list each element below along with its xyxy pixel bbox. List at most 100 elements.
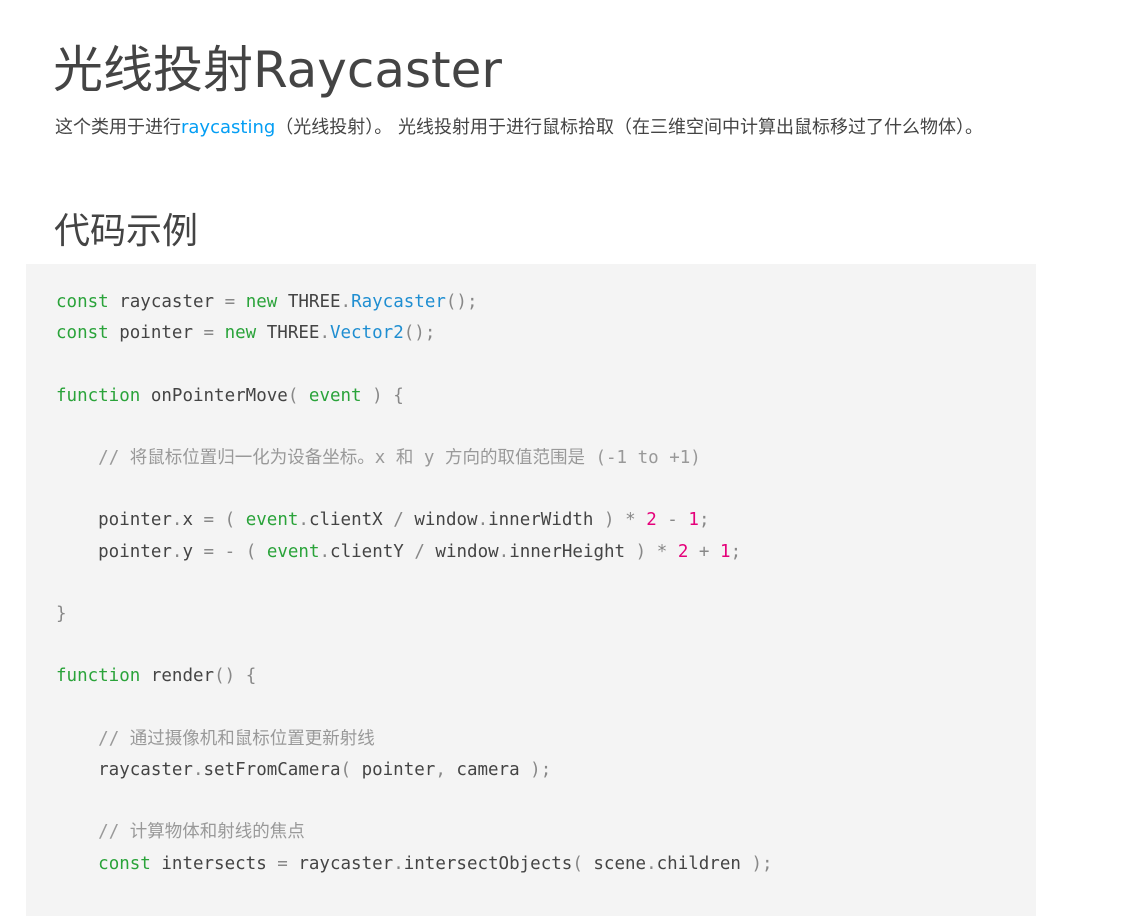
code-token: intersects xyxy=(150,853,278,874)
code-token: { xyxy=(393,385,404,406)
code-token: const xyxy=(98,853,151,874)
code-token: = xyxy=(224,292,236,312)
code-token: . xyxy=(319,323,330,344)
section-title-code-example: 代码示例 xyxy=(54,211,199,252)
code-token: . xyxy=(498,541,510,562)
code-line: // 通过摄像机和鼠标位置更新射线 xyxy=(56,724,1036,755)
code-token: , xyxy=(435,760,446,781)
code-block: const raycaster = new THREE.Raycaster();… xyxy=(26,264,1036,916)
code-token: (); xyxy=(403,323,436,344)
code-token: ( xyxy=(245,541,257,562)
code-line: pointer.x = ( event.clientX / window.inn… xyxy=(56,505,1036,536)
code-token: ( xyxy=(340,760,352,781)
code-token: scene xyxy=(582,853,647,874)
code-token: pointer xyxy=(108,323,204,344)
code-token: pointer xyxy=(56,541,172,562)
code-token: . xyxy=(192,760,204,781)
code-token: raycaster xyxy=(108,292,225,312)
code-line: const raycaster = new THREE.Raycaster(); xyxy=(56,287,1036,318)
code-comment: // 计算物体和射线的焦点 xyxy=(98,822,305,843)
code-token: ) xyxy=(372,385,383,406)
code-token: 1 xyxy=(688,510,699,531)
code-token: raycaster xyxy=(287,853,394,874)
code-token: { xyxy=(245,666,257,687)
code-line: const intersects = raycaster.intersectOb… xyxy=(56,849,1036,880)
code-token: () xyxy=(214,666,236,687)
code-token: . xyxy=(171,510,183,531)
code-token: event xyxy=(266,541,320,562)
code-token: / xyxy=(414,541,425,562)
code-token: window xyxy=(403,510,478,531)
code-token: clientX xyxy=(308,510,394,531)
code-token: clientY xyxy=(330,541,415,562)
code-token: . xyxy=(477,510,489,531)
code-token: = xyxy=(277,853,288,874)
code-token: children xyxy=(656,853,752,874)
code-comment: // 将鼠标位置归一化为设备坐标。x 和 y 方向的取值范围是 (-1 to +… xyxy=(98,448,701,469)
intro-paragraph: 这个类用于进行raycasting（光线投射）。 光线投射用于进行鼠标拾取（在三… xyxy=(55,112,990,144)
code-token: camera xyxy=(445,760,531,781)
code-token: ) xyxy=(604,510,615,531)
code-token: / xyxy=(393,510,404,531)
code-token: - xyxy=(224,541,236,562)
code-token: raycaster xyxy=(56,760,193,781)
raycasting-link[interactable]: raycasting xyxy=(181,117,275,138)
code-token: ); xyxy=(751,853,773,874)
code-token: . xyxy=(319,541,331,562)
code-line: // 计算物体和射线的焦点 xyxy=(56,817,1036,848)
code-token: . xyxy=(171,541,183,562)
code-token: const xyxy=(56,323,109,344)
code-token: x xyxy=(182,510,204,531)
code-token: THREE xyxy=(256,323,320,344)
code-token: THREE xyxy=(277,292,341,312)
code-token: 1 xyxy=(720,541,731,562)
code-token: ( xyxy=(224,510,236,531)
code-token: render xyxy=(140,666,215,687)
code-token: onPointerMove xyxy=(140,385,288,406)
code-token: event xyxy=(308,385,362,406)
code-token: = xyxy=(203,510,215,531)
code-token: 2 xyxy=(677,541,689,562)
code-token: pointer xyxy=(56,510,172,531)
code-token: (); xyxy=(445,292,478,312)
code-token: setFromCamera xyxy=(203,760,341,781)
code-token: = xyxy=(203,541,215,562)
intro-text-start: 这个类用于进行 xyxy=(55,117,181,138)
code-token: ( xyxy=(572,853,583,874)
code-token: innerWidth xyxy=(488,510,605,531)
code-line: pointer.y = - ( event.clientY / window.i… xyxy=(56,537,1036,568)
code-line: // 将鼠标位置归一化为设备坐标。x 和 y 方向的取值范围是 (-1 to +… xyxy=(56,443,1036,474)
code-line: function onPointerMove( event ) { xyxy=(56,381,1036,412)
code-token: pointer xyxy=(351,760,436,781)
intro-text-end: （光线投射）。 光线投射用于进行鼠标拾取（在三维空间中计算出鼠标移过了什么物体）… xyxy=(275,117,983,138)
code-token: = xyxy=(203,323,215,344)
code-token: Vector2 xyxy=(329,323,404,344)
code-token: const xyxy=(56,292,109,312)
code-token: * xyxy=(625,510,636,531)
code-token: Raycaster xyxy=(351,292,446,312)
